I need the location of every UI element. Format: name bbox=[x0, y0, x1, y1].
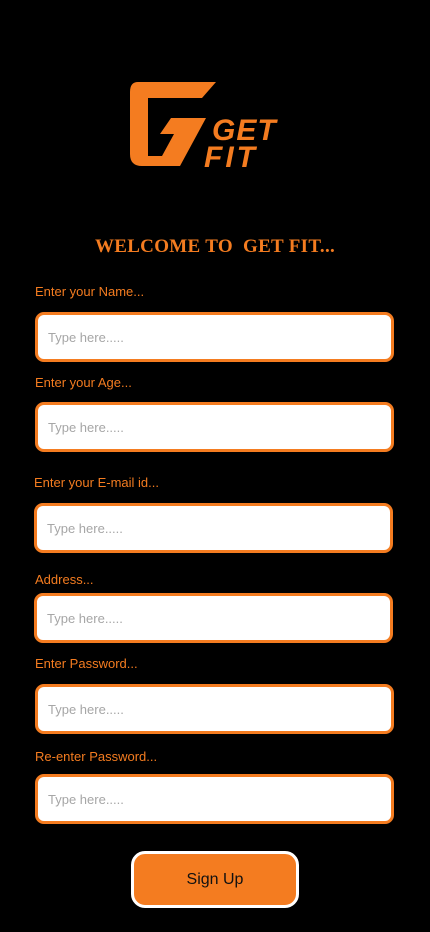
address-input[interactable] bbox=[34, 593, 393, 643]
welcome-heading: WELCOME TO GET FIT... bbox=[94, 236, 336, 257]
age-input[interactable] bbox=[35, 402, 394, 452]
email-input[interactable] bbox=[34, 503, 393, 553]
age-label: Enter your Age... bbox=[35, 375, 132, 390]
name-label: Enter your Name... bbox=[35, 284, 145, 299]
password-label: Enter Password... bbox=[35, 656, 138, 671]
sign-up-button[interactable]: Sign Up bbox=[131, 851, 299, 908]
name-input[interactable] bbox=[35, 312, 394, 362]
logo-text-line2: FIT bbox=[204, 141, 258, 172]
email-label: Enter your E-mail id... bbox=[34, 475, 159, 490]
get-fit-logo: GET FIT bbox=[130, 82, 277, 172]
confirm-password-input[interactable] bbox=[35, 774, 394, 824]
address-label: Address... bbox=[35, 572, 94, 587]
confirm-password-label: Re-enter Password... bbox=[35, 749, 158, 764]
password-input[interactable] bbox=[35, 684, 394, 734]
